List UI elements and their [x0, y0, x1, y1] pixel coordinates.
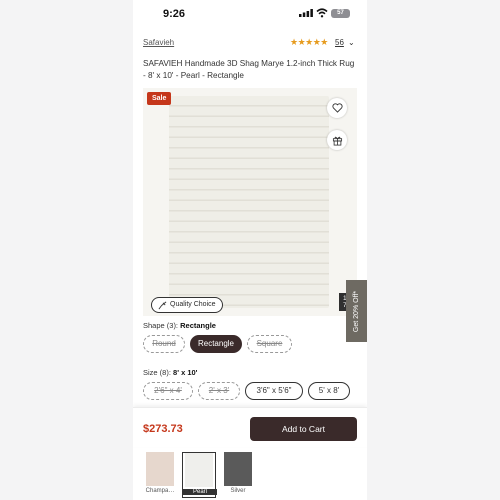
phone-screen: 9:26 57 Safavieh ★★★★★ 56 ⌄ SAFAVIEH Han…: [133, 0, 367, 500]
size-selected-value: 8' x 10': [173, 368, 198, 377]
shape-label-row: Shape (3): Rectangle: [143, 321, 216, 330]
promo-tab-label: Get 20% Off*: [353, 290, 360, 332]
color-swatch-pearl[interactable]: Pearl: [182, 452, 217, 498]
favorite-button[interactable]: [327, 98, 347, 118]
swatch-image: [224, 452, 252, 486]
gift-icon: [332, 136, 342, 145]
swatch-label: Pearl: [183, 489, 217, 495]
product-image-gallery[interactable]: Sale Quality Choice 1 / 7: [143, 88, 357, 316]
size-option-2x3[interactable]: 2' x 3': [198, 382, 240, 400]
heart-icon: [331, 103, 343, 113]
color-swatch-row: Champa… Pearl Silver: [133, 448, 367, 500]
swatch-label: Champa…: [145, 488, 175, 494]
sale-badge: Sale: [147, 92, 172, 105]
shape-label: Shape (3):: [143, 321, 179, 330]
size-option-3-6x5-6[interactable]: 3'6" x 5'6": [245, 382, 303, 400]
brand-rating-row: Safavieh ★★★★★ 56 ⌄: [143, 37, 357, 50]
swatch-image: [185, 453, 213, 487]
swatch-label: Silver: [230, 488, 246, 494]
status-time: 9:26: [163, 8, 186, 20]
quality-choice-badge[interactable]: Quality Choice: [151, 297, 223, 313]
chevron-down-icon[interactable]: ⌄: [348, 38, 355, 47]
size-option-2-6x4[interactable]: 2'6" x 4': [143, 382, 193, 400]
size-option-5x8[interactable]: 5' x 8': [308, 382, 350, 400]
right-backdrop: [367, 0, 500, 500]
left-backdrop: [0, 0, 133, 500]
shape-option-square[interactable]: Square: [247, 335, 292, 353]
gift-button[interactable]: [327, 130, 347, 150]
product-title: SAFAVIEH Handmade 3D Shag Marye 1.2-inch…: [143, 59, 355, 80]
color-swatch-champagne[interactable]: Champa…: [143, 452, 177, 498]
promo-side-tab[interactable]: Get 20% Off*: [346, 280, 367, 342]
shape-option-round[interactable]: Round: [143, 335, 185, 353]
add-to-cart-button[interactable]: Add to Cart: [250, 417, 357, 441]
size-label-row: Size (8): 8' x 10': [143, 368, 197, 377]
wifi-icon: [316, 8, 328, 18]
quality-badge-label: Quality Choice: [170, 301, 216, 308]
size-label: Size (8):: [143, 368, 171, 377]
review-count-link[interactable]: 56: [335, 38, 344, 47]
shape-selected-value: Rectangle: [180, 321, 216, 330]
shape-option-rectangle[interactable]: Rectangle: [190, 335, 242, 353]
status-bar: 9:26 57: [133, 0, 367, 26]
price: $273.73: [143, 423, 183, 435]
add-to-cart-bar: $273.73 Add to Cart: [133, 407, 367, 447]
rug-image: [169, 96, 329, 308]
color-swatch-silver[interactable]: Silver: [221, 452, 255, 498]
swatch-image: [146, 452, 174, 486]
rating-stars-icon[interactable]: ★★★★★: [290, 37, 328, 48]
brand-link[interactable]: Safavieh: [143, 38, 174, 47]
quality-icon: [158, 301, 167, 309]
battery-icon: 57: [331, 9, 350, 18]
cellular-signal-icon: [299, 9, 313, 17]
